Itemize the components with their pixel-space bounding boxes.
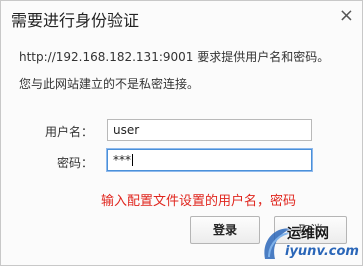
watermark-site: iyunv.com [285, 244, 359, 259]
close-icon[interactable]: × [339, 7, 354, 25]
username-value: user [113, 123, 140, 137]
username-input[interactable]: user [107, 119, 312, 141]
watermark-brand: 运维网 [287, 226, 329, 242]
insecure-connection-message: 您与此网站建立的不是私密连接。 [19, 77, 200, 91]
instruction-annotation: 输入配置文件设置的用户名，密码 [101, 194, 297, 209]
password-label: 密码： [56, 156, 93, 170]
text-caret [132, 154, 133, 166]
login-button[interactable]: 登录 [190, 216, 260, 244]
auth-dialog: 需要进行身份验证 × http://192.168.182.131:9001 要… [0, 0, 363, 266]
auth-request-message: http://192.168.182.131:9001 要求提供用户名和密码。 [19, 50, 330, 64]
password-input[interactable]: *** [107, 149, 312, 171]
password-value: *** [113, 153, 131, 167]
username-label: 用户名： [44, 125, 93, 139]
dialog-title: 需要进行身份验证 [11, 11, 140, 30]
